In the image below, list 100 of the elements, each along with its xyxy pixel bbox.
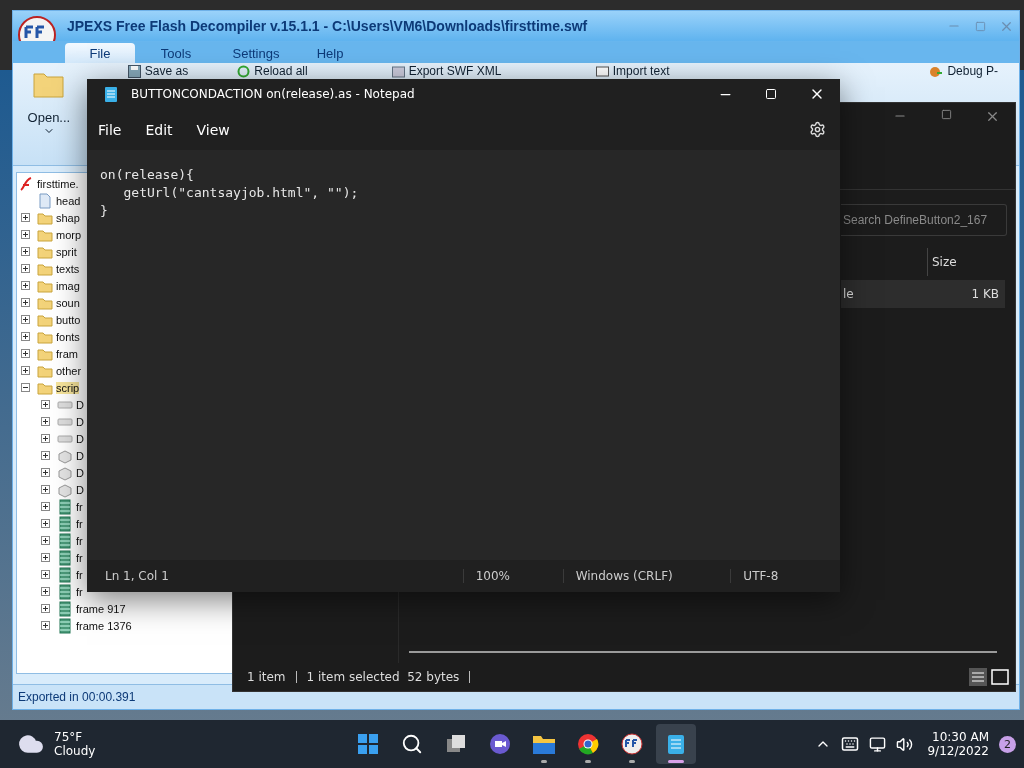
expand-toggle[interactable] <box>21 230 30 239</box>
temperature-text: 75°F <box>54 730 84 744</box>
tree-item[interactable]: frame 1376 <box>76 619 132 632</box>
expand-toggle[interactable] <box>41 519 50 528</box>
preview-view-icon[interactable] <box>991 668 1009 686</box>
ribbon-button[interactable]: Reload all <box>237 64 308 79</box>
tree-item[interactable]: fram <box>56 347 78 360</box>
tree-item[interactable]: D <box>76 398 84 411</box>
tree-item[interactable]: head <box>56 194 81 207</box>
film-frame-icon <box>57 515 73 532</box>
clock-time: 10:30 AM <box>932 730 989 744</box>
film-frame-icon <box>57 549 73 566</box>
tree-item[interactable]: imag <box>56 279 80 292</box>
expand-toggle[interactable] <box>21 298 30 307</box>
expand-toggle[interactable] <box>41 604 50 613</box>
tree-item[interactable]: fr <box>76 551 83 564</box>
volume-icon[interactable] <box>896 735 914 753</box>
menu-tab[interactable]: Help <box>295 43 365 63</box>
tree-item[interactable]: other <box>56 364 82 377</box>
tree-item[interactable]: D <box>76 415 84 428</box>
status-text: UTF-8 <box>730 569 840 583</box>
tree-item[interactable]: fr <box>76 534 83 547</box>
expand-toggle[interactable] <box>41 570 50 579</box>
film-frame-icon <box>57 617 73 634</box>
open-button[interactable]: Open... <box>19 68 79 139</box>
ribbon-button[interactable]: Import text <box>595 64 670 79</box>
expand-toggle[interactable] <box>21 281 30 290</box>
expand-toggle[interactable] <box>41 502 50 511</box>
notepad-icon <box>105 86 117 102</box>
expand-toggle[interactable] <box>21 366 30 375</box>
film-frame-icon <box>57 532 73 549</box>
expand-toggle[interactable] <box>21 264 30 273</box>
expand-toggle[interactable] <box>41 400 50 409</box>
settings-icon[interactable] <box>809 121 826 138</box>
tree-item[interactable]: soun <box>56 296 80 309</box>
tree-item[interactable]: fr <box>76 500 83 513</box>
expand-toggle[interactable] <box>41 621 50 630</box>
tree-item[interactable]: D <box>76 432 84 445</box>
expand-toggle[interactable] <box>21 315 30 324</box>
windows-logo-icon <box>357 733 379 755</box>
ribbon-button[interactable]: Export SWF XML <box>391 64 502 79</box>
film-frame-icon <box>57 600 73 617</box>
menu-tab[interactable]: Settings <box>217 43 295 63</box>
status-text: Exported in 00:00.391 <box>18 690 136 704</box>
expand-toggle[interactable] <box>41 434 50 443</box>
ribbon-button[interactable]: Save as <box>127 64 189 79</box>
network-icon[interactable] <box>869 735 887 753</box>
column-header[interactable]: Size <box>932 255 957 269</box>
tree-item[interactable]: fr <box>76 517 83 530</box>
status-text: 100% <box>462 569 563 583</box>
tree-item[interactable]: firsttime. <box>37 177 79 190</box>
film-frame-icon <box>57 583 73 600</box>
expand-toggle[interactable] <box>21 247 30 256</box>
taskbar-app-button[interactable] <box>656 724 696 764</box>
tree-item[interactable]: sprit <box>56 245 77 258</box>
tree-item[interactable]: shap <box>56 211 80 224</box>
tree-item[interactable]: scrip <box>56 381 80 394</box>
expand-toggle[interactable] <box>41 536 50 545</box>
tree-item[interactable]: fr <box>76 568 83 581</box>
text-editor[interactable]: on(release){ getUrl("cantsayjob.html", ""); } <box>87 150 840 560</box>
tree-item[interactable]: fr <box>76 585 83 598</box>
expand-toggle[interactable] <box>41 468 50 477</box>
expand-toggle[interactable] <box>21 332 30 341</box>
expand-toggle[interactable] <box>41 553 50 562</box>
file-row[interactable]: le 1 KB <box>841 280 1005 308</box>
task-view-icon <box>445 733 467 755</box>
expand-toggle[interactable] <box>21 349 30 358</box>
expand-toggle[interactable] <box>41 451 50 460</box>
tree-item[interactable]: fonts <box>56 330 80 343</box>
save-icon <box>127 65 141 78</box>
menu-tab[interactable]: File <box>65 43 135 63</box>
ribbon-button[interactable]: Debug P- <box>929 64 999 79</box>
status-text: Ln 1, Col 1 <box>104 569 170 583</box>
film-frame-icon <box>57 498 73 515</box>
menu-tab[interactable]: Tools <box>135 43 217 63</box>
expand-toggle[interactable] <box>41 417 50 426</box>
tree-item[interactable]: butto <box>56 313 81 326</box>
keyboard-icon[interactable] <box>841 735 860 753</box>
status-text: 1 item selected 52 bytes <box>306 670 460 684</box>
film-frame-icon <box>57 566 73 583</box>
menu-item[interactable]: File <box>98 121 122 138</box>
folder-icon <box>32 70 65 100</box>
tree-item[interactable]: D <box>76 466 84 479</box>
tree-item[interactable]: morp <box>56 228 82 241</box>
expand-toggle[interactable] <box>41 485 50 494</box>
notification-badge[interactable]: 2 <box>999 735 1016 753</box>
expand-toggle[interactable] <box>21 383 30 392</box>
window-title: JPEXS Free Flash Decompiler v.15.1.1 - C:\Users\VM6\Downloads\firsttime.swf <box>67 18 589 34</box>
menu-item[interactable]: View <box>196 121 230 138</box>
expand-toggle[interactable] <box>21 213 30 222</box>
search-field[interactable]: Search DefineButton2_167 <box>841 204 1007 236</box>
tree-item[interactable]: D <box>76 483 84 496</box>
status-text: Windows (CRLF) <box>562 569 731 583</box>
tree-item[interactable]: D <box>76 449 84 462</box>
tree-item[interactable]: texts <box>56 262 80 275</box>
expand-toggle[interactable] <box>41 587 50 596</box>
menu-item[interactable]: Edit <box>145 121 173 138</box>
folder-icon <box>532 733 556 755</box>
weather-condition-text: Cloudy <box>54 744 96 758</box>
tree-item[interactable]: frame 917 <box>76 602 126 615</box>
